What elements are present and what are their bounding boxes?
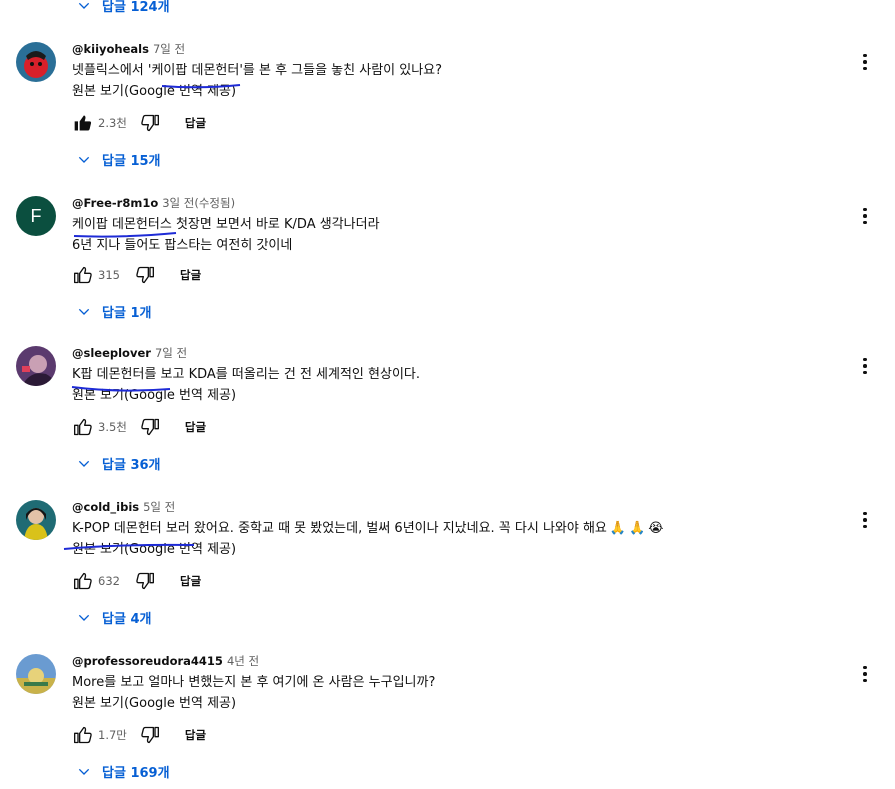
like-button[interactable] [72, 570, 94, 592]
like-button[interactable] [72, 264, 94, 286]
translate-link[interactable]: 원본 보기(Google 번역 제공) [72, 539, 855, 560]
comment-text: 넷플릭스에서 '케이팝 데몬헌터'를 본 후 그들을 놓친 사람이 있나요? [72, 63, 443, 78]
comment-author[interactable]: @sleeplover [72, 346, 151, 360]
avatar[interactable]: F [16, 196, 56, 236]
comment-menu-button[interactable] [855, 508, 875, 532]
like-count: 315 [98, 268, 120, 282]
dislike-button[interactable] [139, 416, 161, 438]
comment-author[interactable]: @cold_ibis [72, 500, 139, 514]
dislike-button[interactable] [139, 724, 161, 746]
replies-count-label: 답글 1개 [102, 306, 152, 321]
emoji: 🙏 [629, 521, 646, 536]
translate-link[interactable]: 원본 보기(Google 번역 제공) [72, 385, 855, 406]
thumbs-down-icon [136, 572, 154, 590]
comment-time[interactable]: 3일 전(수정됨) [162, 196, 235, 210]
dislike-button[interactable] [134, 264, 156, 286]
replies-count-label: 답글 36개 [102, 458, 161, 473]
comment-menu-button[interactable] [855, 662, 875, 686]
like-button[interactable] [72, 416, 94, 438]
comment-menu-button[interactable] [855, 50, 875, 74]
thumbs-up-icon [74, 726, 92, 744]
emoji: 🙏 [609, 521, 627, 536]
thumbs-up-icon [74, 266, 92, 284]
replies-toggle[interactable]: 답글 1개 [76, 302, 151, 321]
dislike-button[interactable] [139, 112, 161, 134]
comment-time[interactable]: 4년 전 [227, 654, 259, 668]
comment-text: K-POP 데몬헌터 보러 왔어요. 중학교 때 못 봤었는데, 벌써 6년이나… [72, 518, 855, 539]
dislike-button[interactable] [134, 570, 156, 592]
emoji: 😭 [648, 521, 664, 536]
replies-count-label: 답글 124개 [102, 0, 170, 15]
comment-author[interactable]: @professoreudora4415 [72, 654, 223, 668]
replies-count-label: 답글 4개 [102, 612, 152, 627]
like-button[interactable] [72, 724, 94, 746]
thumbs-up-filled-icon [74, 115, 92, 131]
chevron-down-icon [78, 614, 90, 621]
replies-toggle[interactable]: 답글 15개 [76, 150, 161, 169]
translate-link[interactable]: 원본 보기(Google 번역 제공) [72, 693, 855, 714]
comment-text: More를 보고 얼마나 변했는지 본 후 여기에 온 사람은 누구입니까? [72, 675, 436, 690]
replies-toggle[interactable]: 답글 36개 [76, 454, 161, 473]
comment-text: K팝 데몬헌터를 보고 KDA를 떠올리는 건 전 세계적인 현상이다. [72, 367, 420, 382]
replies-toggle[interactable]: 답글 169개 [76, 762, 170, 781]
thumbs-down-icon [141, 418, 159, 436]
comment-text-line-1: 케이팝 데몬헌터스 첫장면 보면서 바로 K/DA 생각나더라 [72, 217, 380, 232]
chevron-down-icon [78, 460, 90, 467]
comment-author[interactable]: @kiiyoheals [72, 42, 149, 56]
chevron-down-icon [78, 2, 90, 9]
comment-menu-button[interactable] [855, 354, 875, 378]
replies-toggle[interactable]: 답글 4개 [76, 608, 151, 627]
comment-time[interactable]: 5일 전 [143, 500, 175, 514]
comment-menu-button[interactable] [855, 204, 875, 228]
like-count: 3.5천 [98, 420, 127, 434]
reply-button[interactable]: 답글 [185, 115, 206, 131]
replies-count-label: 답글 15개 [102, 154, 161, 169]
comment-author[interactable]: @Free-r8m1o [72, 196, 158, 210]
avatar[interactable] [16, 346, 56, 386]
thumbs-down-icon [141, 114, 159, 132]
avatar-letter: F [30, 205, 42, 226]
translate-link[interactable]: 원본 보기(Google 번역 제공) [72, 81, 855, 102]
like-button[interactable] [72, 112, 94, 134]
reply-button[interactable]: 답글 [185, 727, 206, 743]
thumbs-down-icon [141, 726, 159, 744]
replies-count-label: 답글 169개 [102, 766, 170, 781]
reply-button[interactable]: 답글 [185, 419, 206, 435]
comment-text-line-2: 6년 지나 들어도 팝스타는 여전히 갓이네 [72, 238, 293, 253]
avatar[interactable] [16, 654, 56, 694]
replies-toggle-top[interactable]: 답글 124개 [76, 0, 170, 15]
chevron-down-icon [78, 156, 90, 163]
thumbs-down-icon [136, 266, 154, 284]
chevron-down-icon [78, 768, 90, 775]
avatar[interactable] [16, 500, 56, 540]
chevron-down-icon [78, 308, 90, 315]
comment-time[interactable]: 7일 전 [153, 42, 185, 56]
like-count: 1.7만 [98, 728, 127, 742]
thumbs-up-icon [74, 418, 92, 436]
like-count: 2.3천 [98, 116, 127, 130]
comment-time[interactable]: 7일 전 [155, 346, 187, 360]
avatar[interactable] [16, 42, 56, 82]
like-count: 632 [98, 574, 120, 588]
reply-button[interactable]: 답글 [180, 267, 201, 283]
reply-button[interactable]: 답글 [180, 573, 201, 589]
comment-text-body: K-POP 데몬헌터 보러 왔어요. 중학교 때 못 봤었는데, 벌써 6년이나… [72, 521, 607, 536]
thumbs-up-icon [74, 572, 92, 590]
